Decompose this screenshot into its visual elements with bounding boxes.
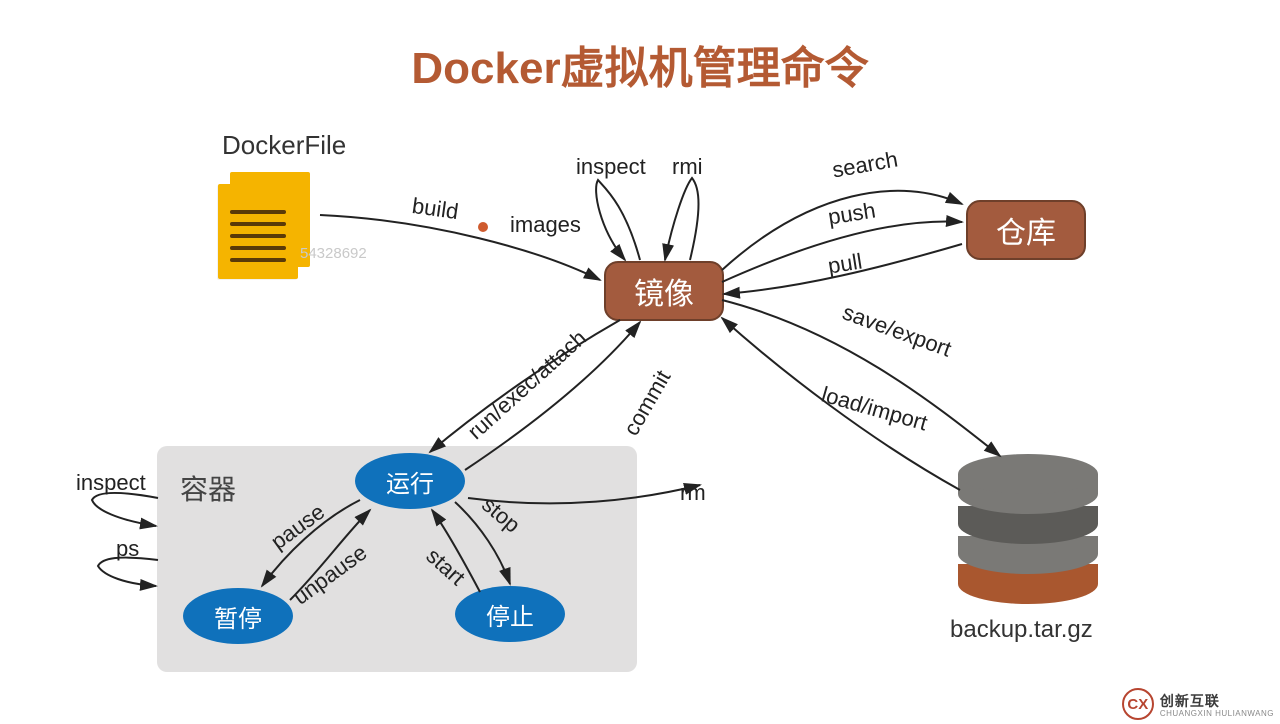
edge-commit: commit [618, 366, 676, 440]
edge-pull: pull [826, 248, 864, 279]
container-label: 容器 [180, 468, 236, 508]
watermark-text: 54328692 [300, 245, 367, 262]
edge-push: push [826, 197, 877, 230]
brand-logo: CX 创新互联 CHUANGXIN HULIANWANG [1122, 688, 1274, 720]
edge-search: search [830, 146, 900, 183]
decorative-dot [478, 222, 488, 232]
edge-build: build [410, 193, 460, 225]
diagram-canvas: { "title": "Docker虚拟机管理命令", "dockerfile_… [0, 0, 1280, 724]
edge-load-import: load/import [819, 382, 931, 437]
brand-en: CHUANGXIN HULIANWANG [1160, 709, 1274, 718]
edge-inspect-left: inspect [76, 470, 146, 496]
brand-badge: CX [1122, 688, 1154, 720]
dockerfile-icon [218, 172, 318, 282]
edge-inspect-top: inspect [576, 154, 646, 180]
state-run: 运行 [355, 453, 465, 509]
edge-rmi: rmi [672, 154, 703, 180]
state-pause: 暂停 [183, 588, 293, 644]
state-stop: 停止 [455, 586, 565, 642]
node-image: 镜像 [604, 261, 724, 321]
database-label: backup.tar.gz [950, 616, 1093, 644]
brand-cn: 创新互联 [1160, 693, 1220, 709]
edge-ps: ps [116, 536, 139, 562]
database-icon [958, 454, 1098, 604]
edge-images: images [510, 212, 581, 238]
edge-save-export: save/export [839, 299, 955, 362]
edge-run-exec-attach: run/exec/attach [463, 325, 592, 445]
node-repo: 仓库 [966, 200, 1086, 260]
edge-rm: rm [680, 480, 706, 506]
diagram-title: Docker虚拟机管理命令 [0, 32, 1280, 96]
dockerfile-label: DockerFile [222, 130, 346, 161]
